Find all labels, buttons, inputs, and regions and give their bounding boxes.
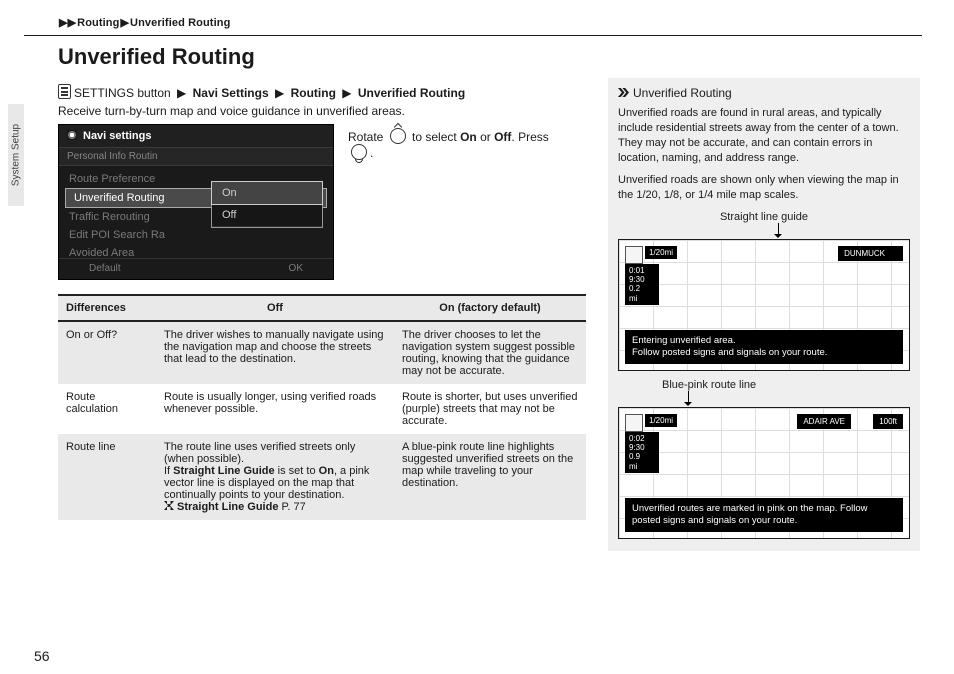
chevron-right-icon: ▶▶: [59, 16, 76, 29]
table-row: Route line The route line uses verified …: [58, 434, 586, 520]
table-cell: Route is usually longer, using verified …: [156, 384, 394, 434]
sidebar-title: Unverified Routing: [618, 86, 910, 100]
table-row: Route calculation Route is usually longe…: [58, 384, 586, 434]
intro-text: Receive turn-by-turn map and voice guida…: [58, 104, 586, 118]
map-toast: Unverified routes are marked in pink on …: [625, 498, 903, 532]
map-scale: 1/20mi: [645, 414, 677, 427]
chevron-right-icon: ▶: [275, 86, 284, 100]
comparison-table: Differences Off On (factory default) On …: [58, 294, 586, 520]
table-header-off: Off: [156, 295, 394, 321]
table-cell: The driver wishes to manually navigate u…: [156, 321, 394, 384]
table-text: is set to: [275, 465, 319, 477]
table-header-differences: Differences: [58, 295, 156, 321]
callout-label: Straight line guide: [618, 211, 910, 223]
map-eta-chip: 0:02 9:30 0.9 mi: [625, 432, 659, 473]
push-select-icon: [351, 144, 367, 160]
table-cell: Route is shorter, but uses unverified (p…: [394, 384, 586, 434]
table-cell: Route calculation: [58, 384, 156, 434]
arrow-down-icon: [768, 223, 788, 239]
path-p3: Unverified Routing: [358, 86, 465, 100]
table-text: The route line uses verified streets onl…: [164, 441, 355, 465]
screenshot-title: Navi settings: [59, 125, 333, 148]
compass-icon: [625, 246, 643, 264]
table-row: On or Off? The driver wishes to manually…: [58, 321, 586, 384]
xref-label: Straight Line Guide: [177, 501, 278, 513]
map-street-chip: DUNMUCK: [838, 246, 903, 261]
map-example-2: 1/20mi 0:02 9:30 0.9 mi ADAIR AVE 100ft …: [618, 407, 910, 539]
step-post2: .: [370, 146, 373, 160]
step-instruction: Rotate to select On or Off. Press .: [348, 124, 568, 160]
screenshot-popup: On Off: [211, 181, 323, 228]
cross-reference: Straight Line Guide: [164, 501, 278, 513]
screenshot-popup-on: On: [211, 181, 323, 205]
breadcrumb: ▶▶Routing▶Unverified Routing: [24, 16, 922, 29]
sidebar-paragraph: Unverified roads are shown only when vie…: [618, 173, 910, 203]
sidebar-box: Unverified Routing Unverified roads are …: [608, 78, 920, 551]
device-screenshot: Navi settings Personal Info Routin Route…: [58, 124, 334, 280]
section-tab: System Setup: [8, 104, 24, 206]
compass-icon: [625, 414, 643, 432]
map-toast: Entering unverified area. Follow posted …: [625, 330, 903, 364]
section-tab-label: System Setup: [11, 124, 22, 186]
table-cell: The driver chooses to let the navigation…: [394, 321, 586, 384]
screenshot-footer: Default OK: [59, 258, 333, 279]
table-text-bold: On: [319, 465, 334, 477]
sidebar-paragraph: Unverified roads are found in rural area…: [618, 106, 910, 165]
step-on: On: [460, 130, 477, 144]
screenshot-menu-item: Edit POI Search Ra: [59, 226, 333, 244]
screenshot-popup-off: Off: [212, 204, 322, 227]
path-p1: Navi Settings: [193, 86, 269, 100]
divider: [24, 35, 922, 36]
table-cell: A blue-pink route line highlights sugges…: [394, 434, 586, 520]
path-p2: Routing: [291, 86, 336, 100]
page-number: 56: [34, 648, 50, 664]
breadcrumb-b: Unverified Routing: [130, 17, 230, 29]
screenshot-footer-ok: OK: [289, 263, 303, 274]
map-distance-chip: 100ft: [873, 414, 903, 429]
breadcrumb-a: Routing: [77, 17, 119, 29]
arrow-down-icon: [678, 391, 698, 407]
table-cell: Route line: [58, 434, 156, 520]
step-mid: to select: [409, 130, 460, 144]
map-scale: 1/20mi: [645, 246, 677, 259]
step-pre: Rotate: [348, 130, 387, 144]
step-post1: . Press: [511, 130, 548, 144]
path-lead: SETTINGS button: [74, 86, 171, 100]
table-header-on: On (factory default): [394, 295, 586, 321]
map-street-chip: ADAIR AVE: [797, 414, 851, 429]
map-eta-chip: 0:01 9:30 0.2 mi: [625, 264, 659, 305]
table-text-bold: Straight Line Guide: [173, 465, 274, 477]
rotary-dial-icon: [390, 128, 406, 144]
map-example-1: 1/20mi 0:01 9:30 0.2 mi DUNMUCK Entering…: [618, 239, 910, 371]
screenshot-tabs: Personal Info Routin: [59, 148, 333, 166]
step-or: or: [477, 130, 494, 144]
navigation-path: SETTINGS button ▶ Navi Settings ▶ Routin…: [58, 84, 586, 100]
page-title: Unverified Routing: [58, 44, 922, 70]
callout-label: Blue-pink route line: [662, 379, 910, 391]
table-cell: The route line uses verified streets onl…: [156, 434, 394, 520]
table-text: If: [164, 465, 173, 477]
screenshot-footer-default: Default: [89, 263, 121, 274]
settings-icon: [58, 84, 71, 99]
chevron-right-icon: ▶: [342, 86, 351, 100]
table-cell: On or Off?: [58, 321, 156, 384]
step-off: Off: [494, 130, 511, 144]
chevron-right-icon: ▶: [177, 86, 186, 100]
chevron-right-icon: ▶: [120, 16, 129, 29]
xref-page: P. 77: [278, 501, 305, 513]
